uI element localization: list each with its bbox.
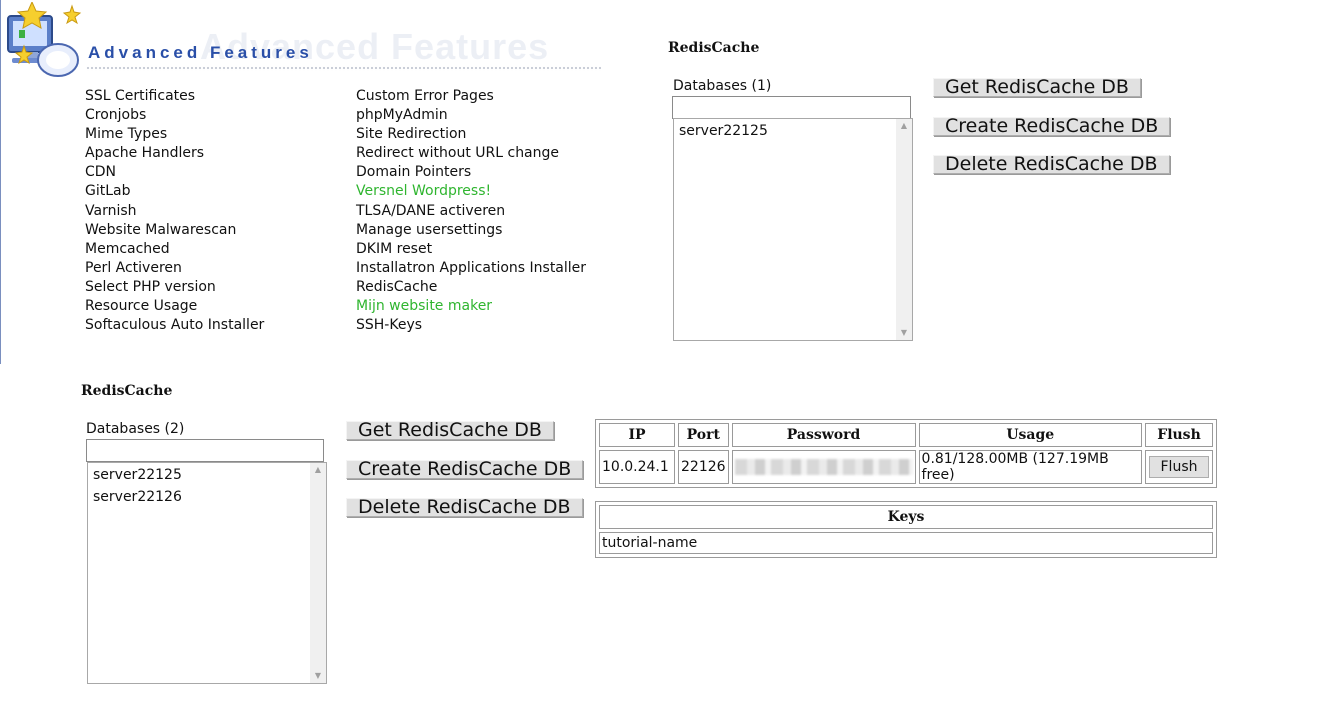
database-list-bottom[interactable]: ▲ ▼ server22125 server22126 — [87, 462, 327, 684]
database-list-scrollbar-bottom[interactable]: ▲ ▼ — [310, 463, 326, 683]
feature-link-varnish[interactable]: Varnish — [85, 202, 264, 221]
scroll-down-arrow-icon[interactable]: ▼ — [896, 326, 912, 340]
feature-link-ssl-certificates[interactable]: SSL Certificates — [85, 87, 264, 106]
password-blurred — [734, 459, 913, 475]
cell-ip: 10.0.24.1 — [599, 450, 675, 484]
feature-link-cdn[interactable]: CDN — [85, 163, 264, 182]
list-item[interactable]: server22125 — [679, 123, 768, 139]
feature-link-apache-handlers[interactable]: Apache Handlers — [85, 144, 264, 163]
feature-link-tlsa-dane-activeren[interactable]: TLSA/DANE activeren — [356, 202, 586, 221]
feature-link-site-redirection[interactable]: Site Redirection — [356, 125, 586, 144]
rediscache-title-top: RedisCache — [668, 40, 760, 56]
feature-link-versnel-wordpress[interactable]: Versnel Wordpress! — [356, 182, 586, 201]
feature-link-ssh-keys[interactable]: SSH-Keys — [356, 316, 586, 335]
feature-link-resource-usage[interactable]: Resource Usage — [85, 297, 264, 316]
database-filter-input-bottom[interactable] — [86, 439, 324, 462]
feature-link-custom-error-pages[interactable]: Custom Error Pages — [356, 87, 586, 106]
feature-link-mime-types[interactable]: Mime Types — [85, 125, 264, 144]
delete-rediscache-db-button-bottom[interactable]: Delete RedisCache DB — [346, 498, 583, 517]
table-header-row: IP Port Password Usage Flush — [599, 423, 1213, 447]
feature-link-mijn-website-maker[interactable]: Mijn website maker — [356, 297, 586, 316]
delete-rediscache-db-button-top[interactable]: Delete RedisCache DB — [933, 155, 1170, 174]
feature-link-rediscache[interactable]: RedisCache — [356, 278, 586, 297]
key-cell: tutorial-name — [599, 532, 1213, 554]
get-rediscache-db-button-bottom[interactable]: Get RedisCache DB — [346, 421, 554, 440]
cell-port: 22126 — [678, 450, 729, 484]
column-header-port: Port — [678, 423, 729, 447]
scroll-up-arrow-icon[interactable]: ▲ — [310, 463, 326, 477]
column-header-keys: Keys — [599, 505, 1213, 529]
table-row: tutorial-name — [599, 532, 1213, 554]
scroll-down-arrow-icon[interactable]: ▼ — [310, 669, 326, 683]
column-header-flush: Flush — [1145, 423, 1213, 447]
column-header-ip: IP — [599, 423, 675, 447]
feature-link-website-malwarescan[interactable]: Website Malwarescan — [85, 221, 264, 240]
feature-link-select-php-version[interactable]: Select PHP version — [85, 278, 264, 297]
column-header-usage: Usage — [918, 423, 1142, 447]
feature-link-gitlab[interactable]: GitLab — [85, 182, 264, 201]
page-title: Advanced Features — [88, 43, 313, 62]
database-list-top[interactable]: ▲ ▼ server22125 — [673, 118, 913, 341]
get-rediscache-db-button-top[interactable]: Get RedisCache DB — [933, 78, 1141, 97]
feature-link-memcached[interactable]: Memcached — [85, 240, 264, 259]
feature-link-cronjobs[interactable]: Cronjobs — [85, 106, 264, 125]
create-rediscache-db-button-bottom[interactable]: Create RedisCache DB — [346, 460, 584, 479]
feature-link-softaculous-auto-installer[interactable]: Softaculous Auto Installer — [85, 316, 264, 335]
column-header-password: Password — [731, 423, 916, 447]
databases-label-top: Databases (1) — [673, 78, 772, 94]
feature-list-right: Custom Error Pages phpMyAdmin Site Redirec… — [356, 87, 586, 335]
create-rediscache-db-button-top[interactable]: Create RedisCache DB — [933, 117, 1171, 136]
database-list-scrollbar-top[interactable]: ▲ ▼ — [896, 119, 912, 340]
feature-link-phpmyadmin[interactable]: phpMyAdmin — [356, 106, 586, 125]
cell-flush: Flush — [1145, 450, 1213, 484]
redis-info-table: IP Port Password Usage Flush 10.0.24.1 2… — [595, 419, 1217, 488]
list-item[interactable]: server22125 — [93, 467, 182, 483]
redis-keys-table: Keys tutorial-name — [595, 501, 1217, 558]
cell-usage: 0.81/128.00MB (127.19MB free) — [918, 450, 1142, 484]
feature-link-domain-pointers[interactable]: Domain Pointers — [356, 163, 586, 182]
rediscache-title-bottom: RedisCache — [81, 383, 173, 399]
databases-label-bottom: Databases (2) — [86, 421, 185, 437]
feature-link-redirect-without-url-change[interactable]: Redirect without URL change — [356, 144, 586, 163]
header-dotted-rule — [86, 66, 601, 71]
database-filter-input-top[interactable] — [672, 96, 911, 119]
table-header-row: Keys — [599, 505, 1213, 529]
feature-link-manage-usersettings[interactable]: Manage usersettings — [356, 221, 586, 240]
scroll-up-arrow-icon[interactable]: ▲ — [896, 119, 912, 133]
list-item[interactable]: server22126 — [93, 489, 182, 505]
feature-list-left: SSL Certificates Cronjobs Mime Types Apache… — [85, 87, 264, 335]
feature-link-installatron-applications-installer[interactable]: Installatron Applications Installer — [356, 259, 586, 278]
cell-password — [731, 450, 916, 484]
feature-link-perl-activeren[interactable]: Perl Activeren — [85, 259, 264, 278]
feature-link-dkim-reset[interactable]: DKIM reset — [356, 240, 586, 259]
table-row: 10.0.24.1 22126 0.81/128.00MB (127.19MB … — [599, 450, 1213, 484]
page-left-border — [0, 0, 1, 364]
advanced-features-logo-icon — [7, 2, 82, 77]
flush-button[interactable]: Flush — [1149, 456, 1209, 478]
